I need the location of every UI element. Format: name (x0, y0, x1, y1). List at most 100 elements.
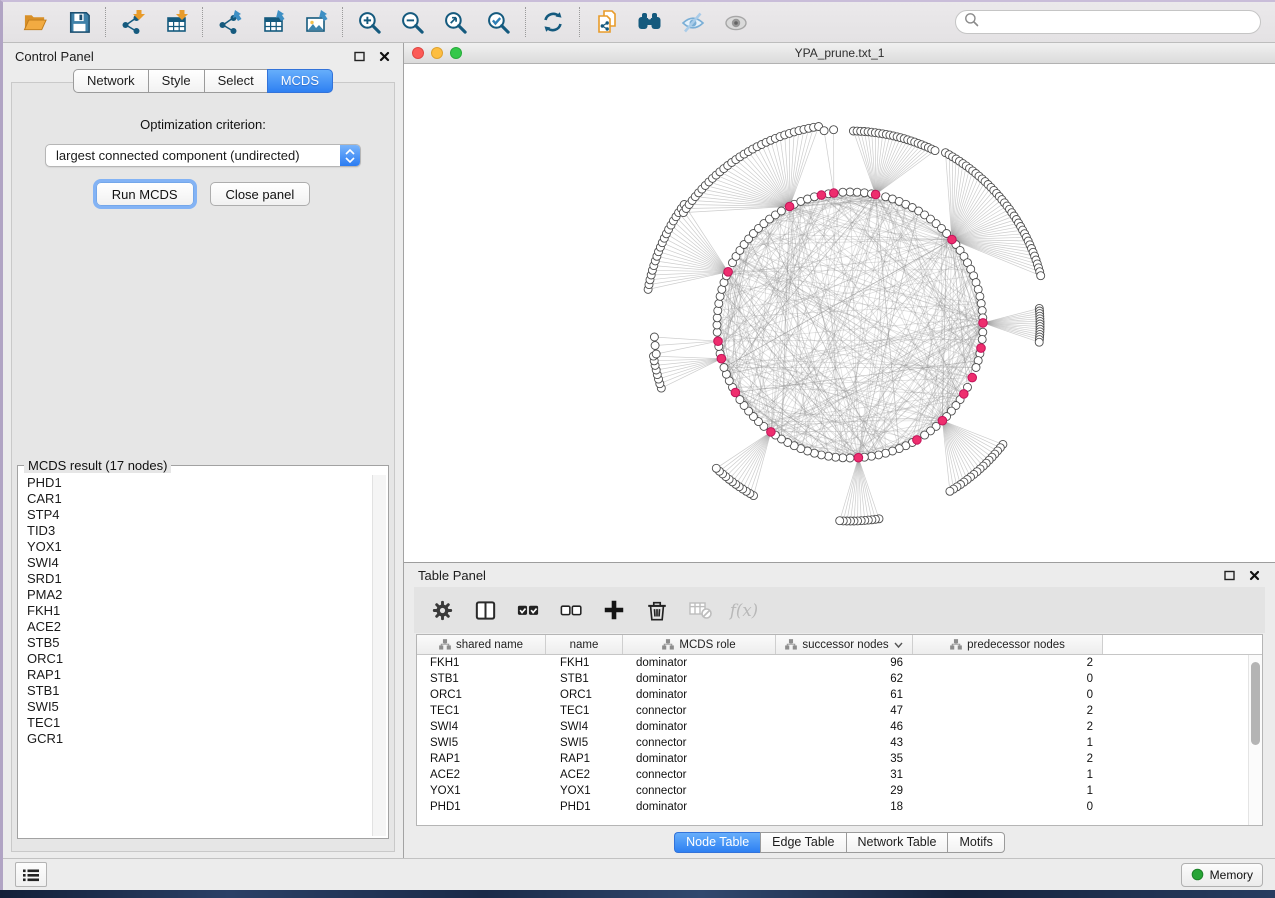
float-icon[interactable] (1223, 569, 1236, 582)
delete-icon[interactable] (643, 596, 671, 624)
table-row[interactable]: FKH1FKH1dominator962 (417, 655, 1262, 671)
list-item[interactable]: SWI4 (27, 555, 372, 571)
binoculars-icon[interactable] (636, 9, 663, 36)
column-header-name[interactable]: name (546, 635, 623, 654)
clone-network-icon[interactable] (593, 9, 620, 36)
zoom-traffic-light[interactable] (450, 47, 462, 59)
list-item[interactable]: ORC1 (27, 651, 372, 667)
close-panel-button[interactable]: Close panel (210, 182, 311, 206)
column-header-label: name (570, 639, 599, 651)
zoom-out-icon[interactable] (399, 9, 426, 36)
list-item[interactable]: RAP1 (27, 667, 372, 683)
tab-select[interactable]: Select (204, 69, 267, 93)
list-item[interactable]: STB5 (27, 635, 372, 651)
table-row[interactable]: SWI4SWI4dominator462 (417, 719, 1262, 735)
list-item[interactable]: PMA2 (27, 587, 372, 603)
table-toolbar: f(x) (414, 587, 1265, 633)
export-network-icon[interactable] (216, 9, 243, 36)
result-list-scrollbar[interactable] (372, 475, 386, 836)
list-item[interactable]: FKH1 (27, 603, 372, 619)
column-header-successor-nodes[interactable]: successor nodes (776, 635, 913, 654)
import-network-icon[interactable] (119, 9, 146, 36)
table-tabs: Node TableEdge TableNetwork TableMotifs (404, 826, 1275, 858)
optimization-criterion-select[interactable]: largest connected component (undirected) (45, 144, 361, 167)
zoom-fit-icon[interactable] (442, 9, 469, 36)
column-header-label: MCDS role (679, 639, 735, 651)
table-row[interactable]: TEC1TEC1connector472 (417, 703, 1262, 719)
column-header-MCDS-role[interactable]: MCDS role (623, 635, 776, 654)
list-item[interactable]: STB1 (27, 683, 372, 699)
table-body: FKH1FKH1dominator962STB1STB1dominator620… (417, 655, 1262, 815)
gear-icon[interactable] (428, 596, 456, 624)
tab-edge-table[interactable]: Edge Table (760, 832, 845, 853)
memory-button[interactable]: Memory (1181, 863, 1263, 887)
tab-style[interactable]: Style (148, 69, 204, 93)
list-item[interactable]: TID3 (27, 523, 372, 539)
close-traffic-light[interactable] (412, 47, 424, 59)
table-row[interactable]: ORC1ORC1dominator610 (417, 687, 1262, 703)
add-column-icon[interactable] (600, 596, 628, 624)
table-cell: dominator (623, 801, 776, 813)
close-icon[interactable] (378, 50, 391, 63)
table-row[interactable]: YOX1YOX1connector291 (417, 783, 1262, 799)
mcds-result-list[interactable]: PHD1CAR1STP4TID3YOX1SWI4SRD1PMA2FKH1ACE2… (20, 475, 372, 836)
hide-selected-icon[interactable] (679, 9, 706, 36)
network-window-titlebar: YPA_prune.txt_1 (404, 43, 1275, 64)
tab-network[interactable]: Network (73, 69, 148, 93)
tab-node-table[interactable]: Node Table (674, 832, 760, 853)
refresh-icon[interactable] (539, 9, 566, 36)
deselect-all-icon[interactable] (557, 596, 585, 624)
memory-label: Memory (1210, 868, 1253, 882)
network-graph[interactable] (404, 64, 1274, 562)
minimize-traffic-light[interactable] (431, 47, 443, 59)
table-cell: STB1 (546, 673, 623, 685)
tab-mcds[interactable]: MCDS (267, 69, 333, 93)
float-icon[interactable] (353, 50, 366, 63)
columns-icon[interactable] (471, 596, 499, 624)
column-header-label: shared name (456, 639, 523, 651)
list-item[interactable]: GCR1 (27, 731, 372, 747)
optimization-criterion-value: largest connected component (undirected) (56, 148, 300, 163)
select-all-icon[interactable] (514, 596, 542, 624)
list-item[interactable]: PHD1 (27, 475, 372, 491)
table-row[interactable]: PHD1PHD1dominator180 (417, 799, 1262, 815)
list-item[interactable]: YOX1 (27, 539, 372, 555)
table-row[interactable]: ACE2ACE2connector311 (417, 767, 1262, 783)
list-item[interactable]: SWI5 (27, 699, 372, 715)
list-item[interactable]: ACE2 (27, 619, 372, 635)
chevron-down-icon (894, 641, 903, 649)
table-row[interactable]: STB1STB1dominator620 (417, 671, 1262, 687)
mcds-result-title: MCDS result (17 nodes) (24, 458, 171, 473)
column-header-predecessor-nodes[interactable]: predecessor nodes (913, 635, 1103, 654)
tab-motifs[interactable]: Motifs (947, 832, 1004, 853)
list-item[interactable]: STP4 (27, 507, 372, 523)
table-cell: connector (623, 769, 776, 781)
table-row[interactable]: RAP1RAP1dominator352 (417, 751, 1262, 767)
task-history-button[interactable] (15, 862, 47, 887)
import-table-icon[interactable] (162, 9, 189, 36)
list-item[interactable]: TEC1 (27, 715, 372, 731)
run-mcds-button[interactable]: Run MCDS (96, 182, 194, 206)
tab-network-table[interactable]: Network Table (846, 832, 948, 853)
search-input[interactable] (984, 14, 1252, 30)
zoom-selected-icon[interactable] (485, 9, 512, 36)
optimization-criterion-label: Optimization criterion: (140, 117, 266, 132)
table-scrollbar-thumb[interactable] (1251, 662, 1260, 745)
table-cell: SWI5 (546, 737, 623, 749)
function-icon: f(x) (729, 596, 757, 624)
save-session-icon[interactable] (65, 9, 92, 36)
table-cell: dominator (623, 753, 776, 765)
list-item[interactable]: SRD1 (27, 571, 372, 587)
table-row[interactable]: SWI5SWI5connector431 (417, 735, 1262, 751)
close-icon[interactable] (1248, 569, 1261, 582)
zoom-in-icon[interactable] (356, 9, 383, 36)
column-header-label: successor nodes (802, 639, 888, 651)
table-scrollbar[interactable] (1248, 655, 1262, 825)
export-table-icon[interactable] (259, 9, 286, 36)
column-header-shared-name[interactable]: shared name (417, 635, 546, 654)
list-item[interactable]: CAR1 (27, 491, 372, 507)
table-header: shared name name MCDS role successor nodes p… (417, 635, 1262, 655)
network-canvas[interactable] (404, 64, 1275, 562)
open-file-icon[interactable] (22, 9, 49, 36)
export-image-icon[interactable] (302, 9, 329, 36)
